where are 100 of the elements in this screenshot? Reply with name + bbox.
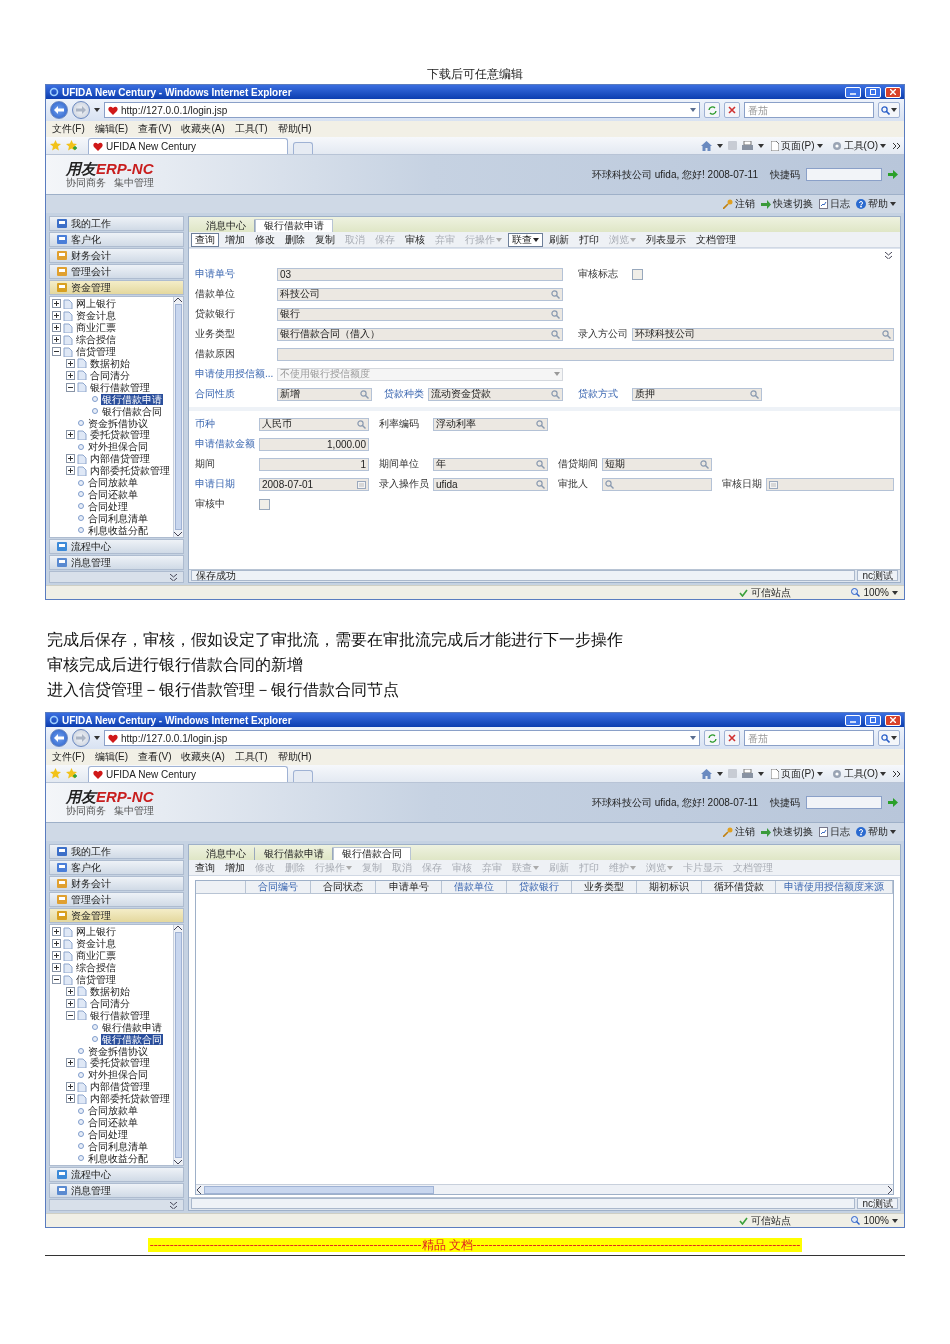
toolbar-button[interactable]: 复制 xyxy=(311,232,339,247)
tree-item[interactable]: 数据初始 xyxy=(89,358,131,369)
tree-item[interactable]: 合同放款单 xyxy=(87,1105,139,1117)
toolbar-button[interactable]: 审核 xyxy=(401,232,429,247)
category-item[interactable]: 资金管理 xyxy=(49,908,184,923)
toolbar-button[interactable]: 增加 xyxy=(221,860,249,875)
tree-item[interactable]: 资金计息 xyxy=(75,310,117,322)
category-item[interactable]: 财务会计 xyxy=(49,248,184,263)
tree-item[interactable]: 银行借款管理 xyxy=(89,1009,151,1021)
toolbar-button[interactable]: 查询 xyxy=(191,232,219,247)
menu-item[interactable]: 收藏夹(A) xyxy=(181,122,225,136)
toolbar-button[interactable]: 删除 xyxy=(281,232,309,247)
search-button[interactable] xyxy=(878,730,900,746)
menu-item[interactable]: 帮助(H) xyxy=(277,122,312,136)
column-header[interactable]: 合同编号 xyxy=(246,881,312,893)
column-header[interactable]: 循环借贷款 xyxy=(702,881,777,893)
search-field[interactable]: 番茄 xyxy=(744,102,874,118)
address-field[interactable]: http://127.0.0.1/login.jsp xyxy=(104,730,700,746)
refresh-button[interactable] xyxy=(704,102,720,118)
column-header[interactable]: 申请单号 xyxy=(376,881,442,893)
tab[interactable]: 银行借款合同 xyxy=(333,847,411,860)
stop-button[interactable] xyxy=(724,730,740,746)
tree-item[interactable]: 内部借贷管理 xyxy=(89,1081,151,1093)
text-field[interactable]: 03 xyxy=(277,267,563,281)
tree-item[interactable]: 资金计息 xyxy=(75,938,117,950)
toolbar-button[interactable]: 查询 xyxy=(191,860,219,875)
lookup-field[interactable]: 短期 xyxy=(602,457,712,471)
tree-item[interactable]: 资金拆借协议 xyxy=(87,1045,149,1057)
tree-item[interactable]: 数据初始 xyxy=(89,986,131,997)
maximize-button[interactable] xyxy=(865,86,881,98)
browser-tab[interactable]: UFIDA New Century xyxy=(88,138,288,154)
zoom-level[interactable]: 100% xyxy=(851,587,898,598)
tree-item[interactable]: 利息收益分配 xyxy=(87,1152,149,1164)
checkbox[interactable] xyxy=(632,268,643,280)
tree-item[interactable]: 合同利息清单 xyxy=(87,1140,149,1152)
category-item[interactable]: 消息管理 xyxy=(49,1183,184,1198)
minimize-button[interactable] xyxy=(845,86,861,98)
category-item[interactable]: 资金管理 xyxy=(49,280,184,295)
text-field[interactable] xyxy=(277,347,894,361)
new-tab-button[interactable] xyxy=(293,142,313,154)
header-link[interactable]: 快速切换 xyxy=(761,197,813,211)
column-header[interactable]: 借款单位 xyxy=(441,881,507,893)
header-link[interactable]: 注销 xyxy=(723,197,755,211)
lookup-field[interactable]: 年 xyxy=(433,457,548,471)
menu-item[interactable]: 查看(V) xyxy=(138,122,172,136)
address-field[interactable]: http://127.0.0.1/login.jsp xyxy=(104,102,700,118)
tree-item[interactable]: 利息收益分配 xyxy=(87,524,149,536)
menu-item[interactable]: 编辑(E) xyxy=(94,122,129,136)
menu-item[interactable]: 收藏夹(A) xyxy=(181,750,225,764)
tree-item[interactable]: 综合授信 xyxy=(75,962,117,974)
lookup-field[interactable]: 人民币 xyxy=(259,417,369,431)
tree-item[interactable]: 网上银行 xyxy=(75,926,117,938)
close-button[interactable] xyxy=(885,86,901,98)
toolbar-button[interactable]: 打印 xyxy=(575,232,603,247)
tree-item[interactable]: 银行借款合同 xyxy=(101,1033,163,1045)
toolbar-button[interactable]: 联查 xyxy=(508,232,543,247)
menu-item[interactable]: 工具(T) xyxy=(234,750,268,764)
tools-menu-button[interactable]: 工具(O) xyxy=(829,766,888,781)
text-field[interactable]: 1 xyxy=(259,457,369,471)
tree-item[interactable]: 内部委托贷款管理 xyxy=(89,465,171,477)
back-button[interactable] xyxy=(50,101,68,119)
forward-button[interactable] xyxy=(72,729,90,747)
shortcut-field[interactable] xyxy=(806,796,882,809)
lookup-field[interactable]: 环球科技公司 xyxy=(632,327,894,341)
tree-item[interactable]: 综合授信 xyxy=(75,334,117,346)
header-link[interactable]: 快速切换 xyxy=(761,825,813,839)
scrollbar[interactable] xyxy=(173,297,183,537)
header-link[interactable]: 帮助 xyxy=(856,197,896,211)
search-button[interactable] xyxy=(878,102,900,118)
toolbar-button[interactable]: 文档管理 xyxy=(692,232,740,247)
menu-item[interactable]: 编辑(E) xyxy=(94,750,129,764)
search-field[interactable]: 番茄 xyxy=(744,730,874,746)
category-item[interactable]: 我的工作 xyxy=(49,844,184,859)
toolbar-button[interactable]: 列表显示 xyxy=(642,232,690,247)
category-item[interactable]: 流程中心 xyxy=(49,539,184,554)
menu-item[interactable]: 工具(T) xyxy=(234,122,268,136)
menu-item[interactable]: 帮助(H) xyxy=(277,750,312,764)
lookup-field[interactable]: 银行借款合同（借入） xyxy=(277,327,563,341)
header-link[interactable]: 日志 xyxy=(819,825,850,839)
maximize-button[interactable] xyxy=(865,714,881,726)
toolbar-button[interactable]: 修改 xyxy=(251,232,279,247)
tree-item[interactable]: 委托贷款管理 xyxy=(89,1057,151,1069)
browser-tab[interactable]: UFIDA New Century xyxy=(88,766,288,782)
lookup-field[interactable]: ufida xyxy=(433,477,548,491)
tree-item[interactable]: 合同清分 xyxy=(89,369,131,381)
toolbar-button[interactable]: 增加 xyxy=(221,232,249,247)
stop-button[interactable] xyxy=(724,102,740,118)
menu-item[interactable]: 文件(F) xyxy=(52,750,85,764)
column-header[interactable]: 合同状态 xyxy=(311,881,377,893)
scrollbar[interactable] xyxy=(196,1184,893,1194)
shortcut-field[interactable] xyxy=(806,168,882,181)
tree-item[interactable]: 资金拆借协议 xyxy=(87,417,149,429)
tree-item[interactable]: 对外担保合同 xyxy=(87,441,149,453)
menu-item[interactable]: 查看(V) xyxy=(138,750,172,764)
back-button[interactable] xyxy=(50,729,68,747)
tree-item[interactable]: 合同清分 xyxy=(89,997,131,1009)
tree-item[interactable]: 商业汇票 xyxy=(75,322,117,334)
menu-item[interactable]: 文件(F) xyxy=(52,122,85,136)
tree-item[interactable]: 银行借款管理 xyxy=(89,381,151,393)
tree-item[interactable]: 银行借款申请 xyxy=(101,393,163,405)
